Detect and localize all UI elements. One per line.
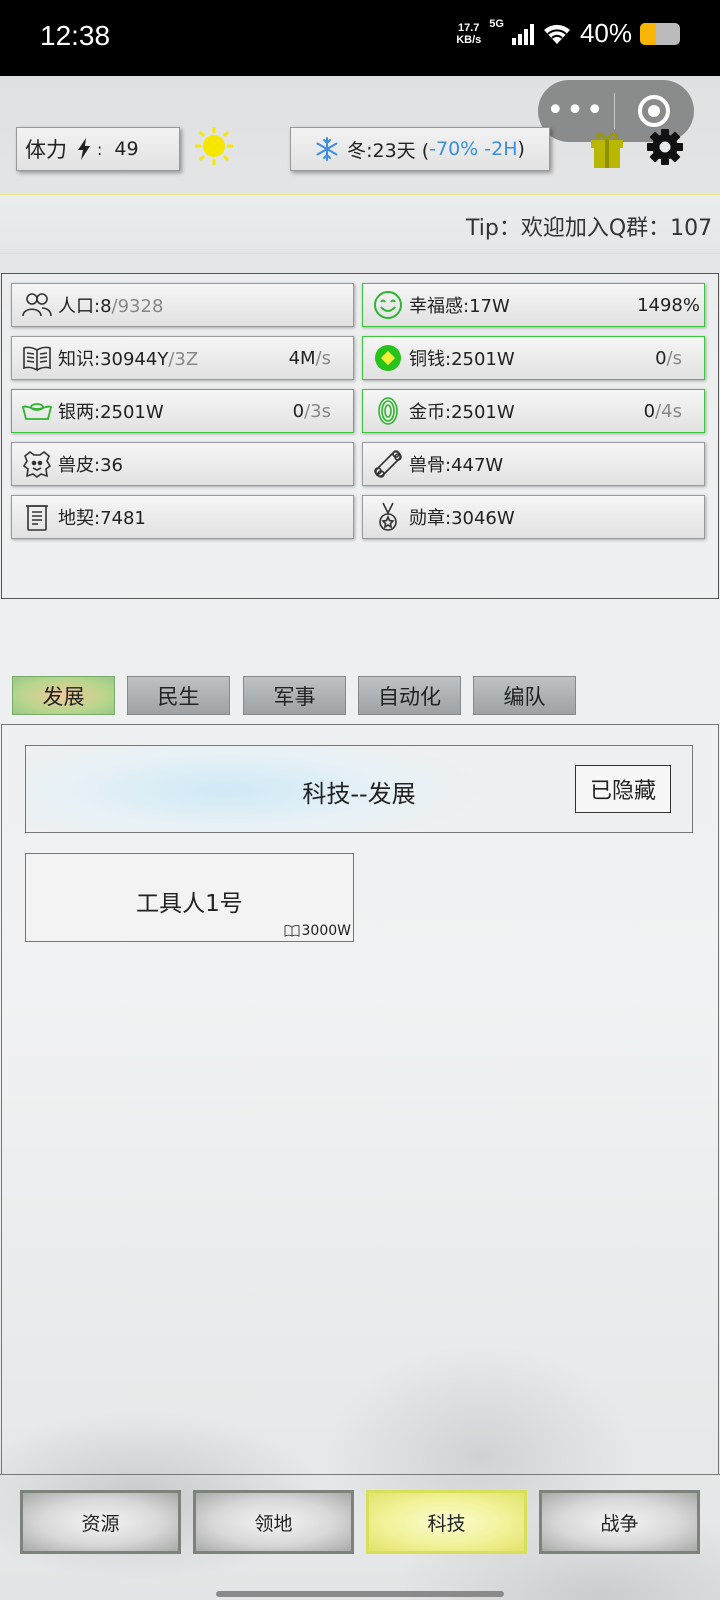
season-effect: -70% -2H: [429, 138, 518, 160]
smile-icon: [371, 288, 405, 322]
home-indicator[interactable]: [216, 1591, 504, 1597]
signal-icon: [511, 23, 534, 45]
resource-knowledge[interactable]: 知识:30944Y/3Z 4M/s: [11, 336, 354, 380]
resource-bone[interactable]: 兽骨:447W: [362, 442, 705, 486]
bone-icon: [371, 447, 405, 481]
tab-livelihood[interactable]: 民生: [127, 676, 230, 715]
resource-population[interactable]: 人口:8/9328: [11, 283, 354, 327]
stamina-value: 49: [114, 138, 139, 160]
tech-content-frame: [1, 724, 719, 1474]
wifi-icon: [543, 24, 570, 44]
tab-military[interactable]: 军事: [243, 676, 346, 715]
season-close: ): [517, 138, 525, 160]
silver-ingot-icon: [20, 394, 54, 428]
stamina-sep: :: [97, 139, 103, 159]
battery-percent: 40%: [579, 18, 632, 48]
tab-formation[interactable]: 编队: [473, 676, 576, 715]
nav-resources[interactable]: 资源: [20, 1490, 181, 1554]
hide-icon: [20, 447, 54, 481]
resource-silver[interactable]: 银两:2501W 0/3s: [11, 389, 354, 433]
book-icon: [284, 925, 300, 937]
stamina-label: 体力: [25, 138, 67, 162]
resource-deed[interactable]: 地契:7481: [11, 495, 354, 539]
resource-medal[interactable]: 勋章:3046W: [362, 495, 705, 539]
stamina-display[interactable]: 体力 : 49: [16, 127, 180, 171]
bottom-divider: [0, 1474, 720, 1475]
nav-technology[interactable]: 科技: [366, 1490, 527, 1554]
gift-icon[interactable]: [590, 130, 624, 168]
copper-coin-icon: [371, 341, 405, 375]
close-miniprogram-button[interactable]: [615, 95, 693, 127]
people-icon: [20, 288, 54, 322]
lightning-icon: [78, 138, 90, 160]
gold-coin-icon: [371, 394, 405, 428]
nav-territory[interactable]: 领地: [193, 1490, 354, 1554]
target-icon: [638, 95, 670, 127]
tab-automation[interactable]: 自动化: [358, 676, 461, 715]
tip-text: Tip：欢迎加入Q群：107: [466, 216, 713, 241]
tech-section-header: 科技--发展 已隐藏: [25, 745, 693, 833]
toggle-hidden-button[interactable]: 已隐藏: [575, 765, 671, 813]
book-icon: [20, 341, 54, 375]
medal-icon: [371, 500, 405, 534]
tech-card-cost: 3000W: [284, 923, 351, 939]
season-display[interactable]: 冬:23天 (-70% -2H): [290, 127, 550, 171]
season-text: 冬:23天 (: [347, 139, 430, 162]
sun-icon: [195, 127, 233, 165]
tech-card[interactable]: 工具人1号 3000W: [25, 853, 354, 942]
network-type: 5G: [489, 17, 504, 30]
snowflake-icon: [316, 137, 338, 161]
resource-hide[interactable]: 兽皮:36: [11, 442, 354, 486]
status-icons: 17.7 KB/s 5G 40%: [456, 18, 680, 49]
tab-development[interactable]: 发展: [12, 676, 115, 715]
status-bar: 12:38 17.7 KB/s 5G 40%: [0, 0, 720, 76]
battery-icon: [640, 22, 680, 45]
gear-icon[interactable]: [646, 128, 684, 166]
network-speed: 17.7 KB/s: [456, 21, 482, 46]
tip-marquee: Tip：欢迎加入Q群：107: [0, 194, 720, 254]
resource-happiness[interactable]: 幸福感:17W 1498%: [362, 283, 705, 327]
nav-war[interactable]: 战争: [539, 1490, 700, 1554]
resource-copper[interactable]: 铜钱:2501W 0/s: [362, 336, 705, 380]
resource-gold[interactable]: 金币:2501W 0/4s: [362, 389, 705, 433]
tech-card-name: 工具人1号: [136, 891, 243, 917]
status-time: 12:38: [40, 20, 111, 51]
deed-icon: [20, 500, 54, 534]
